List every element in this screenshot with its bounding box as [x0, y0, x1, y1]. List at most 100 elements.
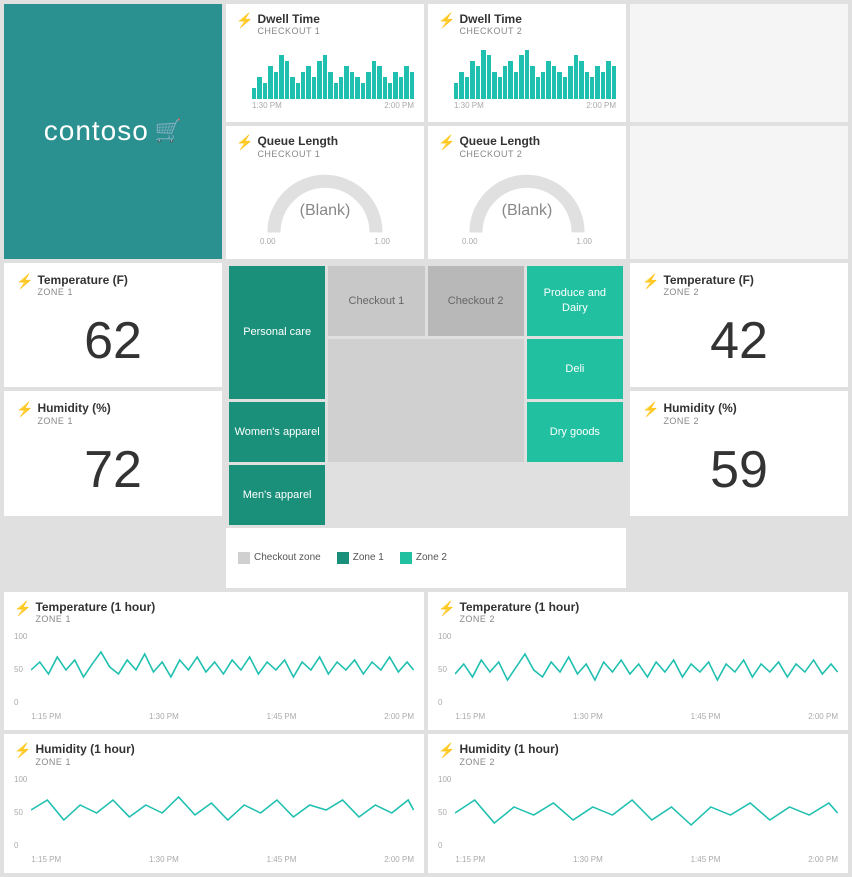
temp1h-zone1-svg [31, 632, 414, 707]
temp-zone2-value: 42 [642, 305, 836, 377]
dwell1-time1: 1:30 PM [252, 101, 282, 110]
humid1h-zone2-subtitle: ZONE 2 [459, 757, 558, 767]
temp1h-zone2-subtitle: ZONE 2 [459, 614, 579, 624]
temp-zone2-icon: ⚡ [642, 273, 659, 290]
temp1h-zone2-title: Temperature (1 hour) [459, 600, 579, 614]
humid1h-zone2-ymin: 0 [438, 841, 451, 850]
humid1h-zone2-title: Humidity (1 hour) [459, 742, 558, 756]
legend-zone1-label: Zone 1 [353, 552, 384, 563]
logo-card: contoso 🛒 [4, 4, 222, 259]
temp1h-zone1-t1: 1:15 PM [31, 712, 61, 721]
humid1h-zone1-title: Humidity (1 hour) [35, 742, 134, 756]
queue1-gauge-wrapper: (Blank) [260, 172, 390, 242]
queue2-gauge-wrapper: (Blank) [462, 172, 592, 242]
dwell-time-checkout1: ⚡ Dwell Time CHECKOUT 1 1:30 PM 2:00 PM [226, 4, 424, 122]
temp1h-zone1-subtitle: ZONE 1 [35, 614, 155, 624]
humid1h-zone2-chart: 100 50 0 1:15 PM 1:30 PM 1:45 PM 2:00 PM [438, 775, 838, 865]
dwell-time-checkout2: ⚡ Dwell Time CHECKOUT 2 1:30 PM 2:00 PM [428, 4, 626, 122]
humid1h-zone2-t1: 1:15 PM [455, 855, 485, 864]
humid1h-zone2-t4: 2:00 PM [808, 855, 838, 864]
temp1h-zone2-svg [455, 632, 838, 707]
tm-womens: Women's apparel [229, 402, 325, 462]
humid1h-zone2-svg [455, 775, 838, 850]
tm-checkout2: Checkout 2 [428, 266, 524, 336]
temp1h-zone1-chart: 100 50 0 1:15 PM 1:30 PM 1:45 PM 2:00 PM [14, 632, 414, 722]
logo-text: contoso [44, 115, 149, 147]
legend-zone1-swatch [337, 552, 349, 564]
dwell2-title: Dwell Time [459, 12, 522, 26]
logo-icon: 🛒 [155, 118, 182, 144]
queue-length-checkout2: ⚡ Queue Length CHECKOUT 2 (Blank) 0.00 1… [428, 126, 626, 258]
right-empty-row2 [630, 126, 848, 258]
temp1h-zone2-chart: 100 50 0 1:15 PM 1:30 PM 1:45 PM 2:00 PM [438, 632, 838, 722]
tm-mens: Men's apparel [229, 465, 325, 525]
humidity-zone2-header: ⚡ Humidity (%) ZONE 2 [642, 401, 836, 429]
dwell1-title: Dwell Time [257, 12, 320, 26]
tm-deli: Deli [527, 339, 623, 399]
temp1h-zone2-t1: 1:15 PM [455, 712, 485, 721]
dwell2-subtitle: CHECKOUT 2 [459, 26, 522, 36]
temp1h-zone2-card: ⚡ Temperature (1 hour) ZONE 2 100 50 0 1… [428, 592, 848, 730]
temp-zone1-header: ⚡ Temperature (F) ZONE 1 [16, 273, 210, 301]
queue1-gauge: (Blank) 0.00 1.00 [236, 167, 414, 251]
temp1h-zone1-t3: 1:45 PM [267, 712, 297, 721]
humid1h-zone1-t2: 1:30 PM [149, 855, 179, 864]
humid1h-zone1-ymax: 100 [14, 775, 27, 784]
humidity-zone1-value: 72 [16, 434, 210, 506]
humid1h-zone1-ymin: 0 [14, 841, 27, 850]
queue2-subtitle: CHECKOUT 2 [459, 149, 540, 159]
temp-zone1-value: 62 [16, 305, 210, 377]
queue1-title: Queue Length [257, 134, 338, 148]
humidity-zone1-subtitle: ZONE 1 [37, 416, 110, 426]
dwell1-header: ⚡ Dwell Time CHECKOUT 1 [236, 12, 414, 40]
queue1-blank-label: (Blank) [300, 202, 351, 220]
temp-zone2-title: Temperature (F) [663, 273, 753, 287]
dwell1-icon: ⚡ [236, 12, 253, 29]
temp-zone1-subtitle: ZONE 1 [37, 287, 127, 297]
humid1h-zone1-ymid: 50 [14, 808, 27, 817]
temp1h-zone1-t4: 2:00 PM [384, 712, 414, 721]
legend-checkout-swatch [238, 552, 250, 564]
queue2-title: Queue Length [459, 134, 540, 148]
humid1h-zone2-card: ⚡ Humidity (1 hour) ZONE 2 100 50 0 1:15… [428, 734, 848, 872]
legend-checkout: Checkout zone [238, 552, 321, 564]
temp1h-zone1-icon: ⚡ [14, 600, 31, 617]
humidity-zone2-value: 59 [642, 434, 836, 506]
treemap-card: Personal care Checkout 1 Checkout 2 Prod… [226, 263, 626, 588]
queue2-header: ⚡ Queue Length CHECKOUT 2 [438, 134, 616, 162]
tm-dry: Dry goods [527, 402, 623, 462]
humid1h-zone2-header: ⚡ Humidity (1 hour) ZONE 2 [438, 742, 838, 770]
humid1h-zone1-t4: 2:00 PM [384, 855, 414, 864]
legend-checkout-label: Checkout zone [254, 552, 321, 563]
temp1h-zone1-ymin: 0 [14, 698, 27, 707]
humid1h-zone1-t3: 1:45 PM [267, 855, 297, 864]
temp-zone1-card: ⚡ Temperature (F) ZONE 1 62 [4, 263, 222, 387]
dwell1-subtitle: CHECKOUT 1 [257, 26, 320, 36]
humidity-zone2-title: Humidity (%) [663, 401, 736, 415]
humidity-zone2-icon: ⚡ [642, 401, 659, 418]
tm-produce: Produce and Dairy [527, 266, 623, 336]
humid1h-zone1-t1: 1:15 PM [31, 855, 61, 864]
temp-zone2-card: ⚡ Temperature (F) ZONE 2 42 [630, 263, 848, 387]
queue-length-checkout1: ⚡ Queue Length CHECKOUT 1 (Blank) 0.00 1… [226, 126, 424, 258]
temp1h-zone1-title: Temperature (1 hour) [35, 600, 155, 614]
temp-zone2-header: ⚡ Temperature (F) ZONE 2 [642, 273, 836, 301]
top-right-empty [630, 4, 848, 122]
queue2-blank-label: (Blank) [502, 202, 553, 220]
temp-zone1-icon: ⚡ [16, 273, 33, 290]
humid1h-zone1-icon: ⚡ [14, 742, 31, 759]
humidity-zone2-card: ⚡ Humidity (%) ZONE 2 59 [630, 391, 848, 515]
queue1-subtitle: CHECKOUT 1 [257, 149, 338, 159]
dwell1-chart: 1:30 PM 2:00 PM [236, 44, 414, 114]
temp1h-zone2-ymax: 100 [438, 632, 451, 641]
humid1h-zone2-t3: 1:45 PM [691, 855, 721, 864]
humid1h-zone1-chart: 100 50 0 1:15 PM 1:30 PM 1:45 PM 2:00 PM [14, 775, 414, 865]
queue1-icon: ⚡ [236, 134, 253, 151]
tm-personal: Personal care [229, 266, 325, 399]
queue1-header: ⚡ Queue Length CHECKOUT 1 [236, 134, 414, 162]
humidity-zone1-card: ⚡ Humidity (%) ZONE 1 72 [4, 391, 222, 515]
humid1h-zone2-ymid: 50 [438, 808, 451, 817]
temp1h-zone2-t2: 1:30 PM [573, 712, 603, 721]
queue2-icon: ⚡ [438, 134, 455, 151]
humid1h-zone1-svg [31, 775, 414, 850]
